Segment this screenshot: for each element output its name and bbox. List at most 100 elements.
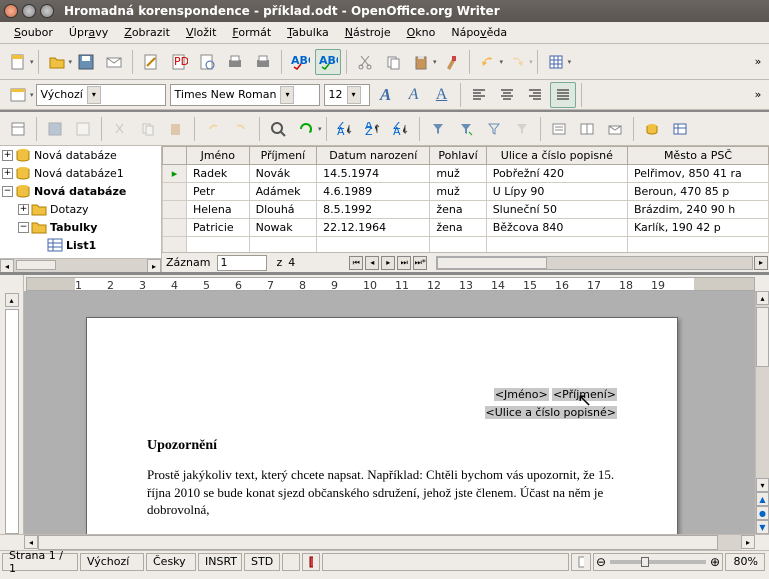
- scroll-thumb[interactable]: [38, 535, 718, 550]
- nav-button[interactable]: ●: [756, 506, 769, 520]
- italic-button[interactable]: A: [401, 82, 427, 108]
- mailmerge-field-prijmeni[interactable]: <Příjmení>: [552, 388, 617, 401]
- print-direct-button[interactable]: [250, 49, 276, 75]
- next-record-button[interactable]: ▸: [381, 256, 395, 270]
- scroll-left-button[interactable]: ◂: [24, 535, 38, 549]
- row-selector[interactable]: [163, 201, 187, 219]
- cell[interactable]: muž: [430, 183, 486, 201]
- email-button[interactable]: [101, 49, 127, 75]
- align-center-button[interactable]: [494, 82, 520, 108]
- zoom-value[interactable]: 80%: [725, 553, 765, 571]
- menu-tabulka[interactable]: Tabulka: [279, 24, 337, 41]
- tree-toggle[interactable]: −: [18, 222, 29, 233]
- ruler-btn[interactable]: ▴: [5, 293, 19, 307]
- autofilter-button[interactable]: [425, 116, 451, 142]
- default-filter-button[interactable]: [481, 116, 507, 142]
- align-justify-button[interactable]: [550, 82, 576, 108]
- cell[interactable]: Adámek: [249, 183, 317, 201]
- menu-vlozit[interactable]: Vložit: [178, 24, 224, 41]
- tree-item[interactable]: +Dotazy: [0, 200, 161, 218]
- cell[interactable]: Karlík, 190 42 p: [627, 219, 768, 237]
- db-cut-button[interactable]: [107, 116, 133, 142]
- menu-format[interactable]: Formát: [224, 24, 279, 41]
- horizontal-scrollbar[interactable]: ◂ ▸: [0, 534, 769, 550]
- first-record-button[interactable]: ⏮: [349, 256, 363, 270]
- align-right-button[interactable]: [522, 82, 548, 108]
- menu-soubor[interactable]: Soubor: [6, 24, 61, 41]
- bold-button[interactable]: A: [373, 82, 399, 108]
- window-maximize-button[interactable]: [40, 4, 54, 18]
- dropdown-icon[interactable]: ▾: [433, 58, 437, 66]
- menu-okno[interactable]: Okno: [399, 24, 444, 41]
- window-close-button[interactable]: [4, 4, 18, 18]
- paragraph-style-combo[interactable]: Výchozí▾: [36, 84, 166, 106]
- window-minimize-button[interactable]: [22, 4, 36, 18]
- save-button[interactable]: [73, 49, 99, 75]
- last-record-button[interactable]: ⏭: [397, 256, 411, 270]
- cell[interactable]: Pelřimov, 850 41 ra: [627, 165, 768, 183]
- cell[interactable]: Brázdim, 240 90 h: [627, 201, 768, 219]
- more-button[interactable]: »: [752, 49, 764, 75]
- cell[interactable]: žena: [430, 201, 486, 219]
- pdf-export-button[interactable]: PDF: [166, 49, 192, 75]
- status-view-button[interactable]: [571, 553, 591, 571]
- format-paintbrush-button[interactable]: [438, 49, 464, 75]
- prev-record-button[interactable]: ◂: [365, 256, 379, 270]
- mailmerge-field-ulice[interactable]: <Ulice a číslo popisné>: [485, 406, 618, 419]
- copy-button[interactable]: [380, 49, 406, 75]
- status-insert[interactable]: INSRT: [198, 553, 242, 571]
- spellcheck-button[interactable]: ABC: [287, 49, 313, 75]
- apply-filter-button[interactable]: [453, 116, 479, 142]
- cell[interactable]: Nowak: [249, 219, 317, 237]
- open-button[interactable]: [44, 49, 70, 75]
- cell[interactable]: žena: [430, 219, 486, 237]
- tree-item[interactable]: +Nová databáze: [0, 146, 161, 164]
- db-redo-button[interactable]: [228, 116, 254, 142]
- menu-napoveda[interactable]: Nápověda: [443, 24, 515, 41]
- tree-item[interactable]: List1: [0, 236, 161, 254]
- cell[interactable]: U Lípy 90: [486, 183, 627, 201]
- status-signature[interactable]: [302, 553, 320, 571]
- tree-toggle[interactable]: +: [2, 150, 13, 161]
- underline-button[interactable]: A: [429, 82, 455, 108]
- cell[interactable]: Petr: [187, 183, 250, 201]
- dropdown-icon[interactable]: ▾: [69, 58, 73, 66]
- chevron-down-icon[interactable]: ▾: [347, 86, 361, 104]
- cell[interactable]: Helena: [187, 201, 250, 219]
- cell[interactable]: 8.5.1992: [317, 201, 430, 219]
- zoom-slider[interactable]: ⊖ ⊕: [593, 553, 723, 571]
- cell[interactable]: Novák: [249, 165, 317, 183]
- next-page-button[interactable]: ▼: [756, 520, 769, 534]
- scroll-down-button[interactable]: ▾: [756, 478, 769, 492]
- cell[interactable]: muž: [430, 165, 486, 183]
- tree-item[interactable]: −Nová databáze: [0, 182, 161, 200]
- data-to-fields-button[interactable]: [574, 116, 600, 142]
- scroll-right-button[interactable]: ▸: [147, 259, 161, 272]
- cell[interactable]: 14.5.1974: [317, 165, 430, 183]
- scroll-left-button[interactable]: ◂: [0, 259, 14, 272]
- prev-page-button[interactable]: ▲: [756, 492, 769, 506]
- dropdown-icon[interactable]: ▾: [30, 58, 34, 66]
- dropdown-icon[interactable]: ▾: [500, 58, 504, 66]
- row-header[interactable]: [163, 147, 187, 165]
- styles-button[interactable]: [5, 82, 31, 108]
- table-row[interactable]: HelenaDlouhá8.5.1992ženaSluneční 50Brázd…: [163, 201, 769, 219]
- column-header[interactable]: Jméno: [187, 147, 250, 165]
- db-content-button[interactable]: [5, 116, 31, 142]
- db-copy-button[interactable]: [135, 116, 161, 142]
- vertical-scrollbar[interactable]: ▴ ▾ ▲ ● ▼: [755, 291, 769, 534]
- scroll-up-button[interactable]: ▴: [756, 291, 769, 305]
- status-language[interactable]: Česky: [146, 553, 196, 571]
- dropdown-icon[interactable]: ▾: [318, 125, 322, 133]
- table-row[interactable]: ▸RadekNovák14.5.1974mužPobřežní 420Pelři…: [163, 165, 769, 183]
- sort-button[interactable]: ZA: [332, 116, 358, 142]
- more-button[interactable]: »: [752, 82, 764, 108]
- autospell-button[interactable]: ABC: [315, 49, 341, 75]
- row-selector[interactable]: ▸: [163, 165, 187, 183]
- column-header[interactable]: Město a PSČ: [627, 147, 768, 165]
- scroll-thumb[interactable]: [437, 257, 547, 269]
- undo-button[interactable]: [475, 49, 501, 75]
- table-button[interactable]: [543, 49, 569, 75]
- font-size-combo[interactable]: 12▾: [324, 84, 370, 106]
- tree-toggle[interactable]: −: [2, 186, 13, 197]
